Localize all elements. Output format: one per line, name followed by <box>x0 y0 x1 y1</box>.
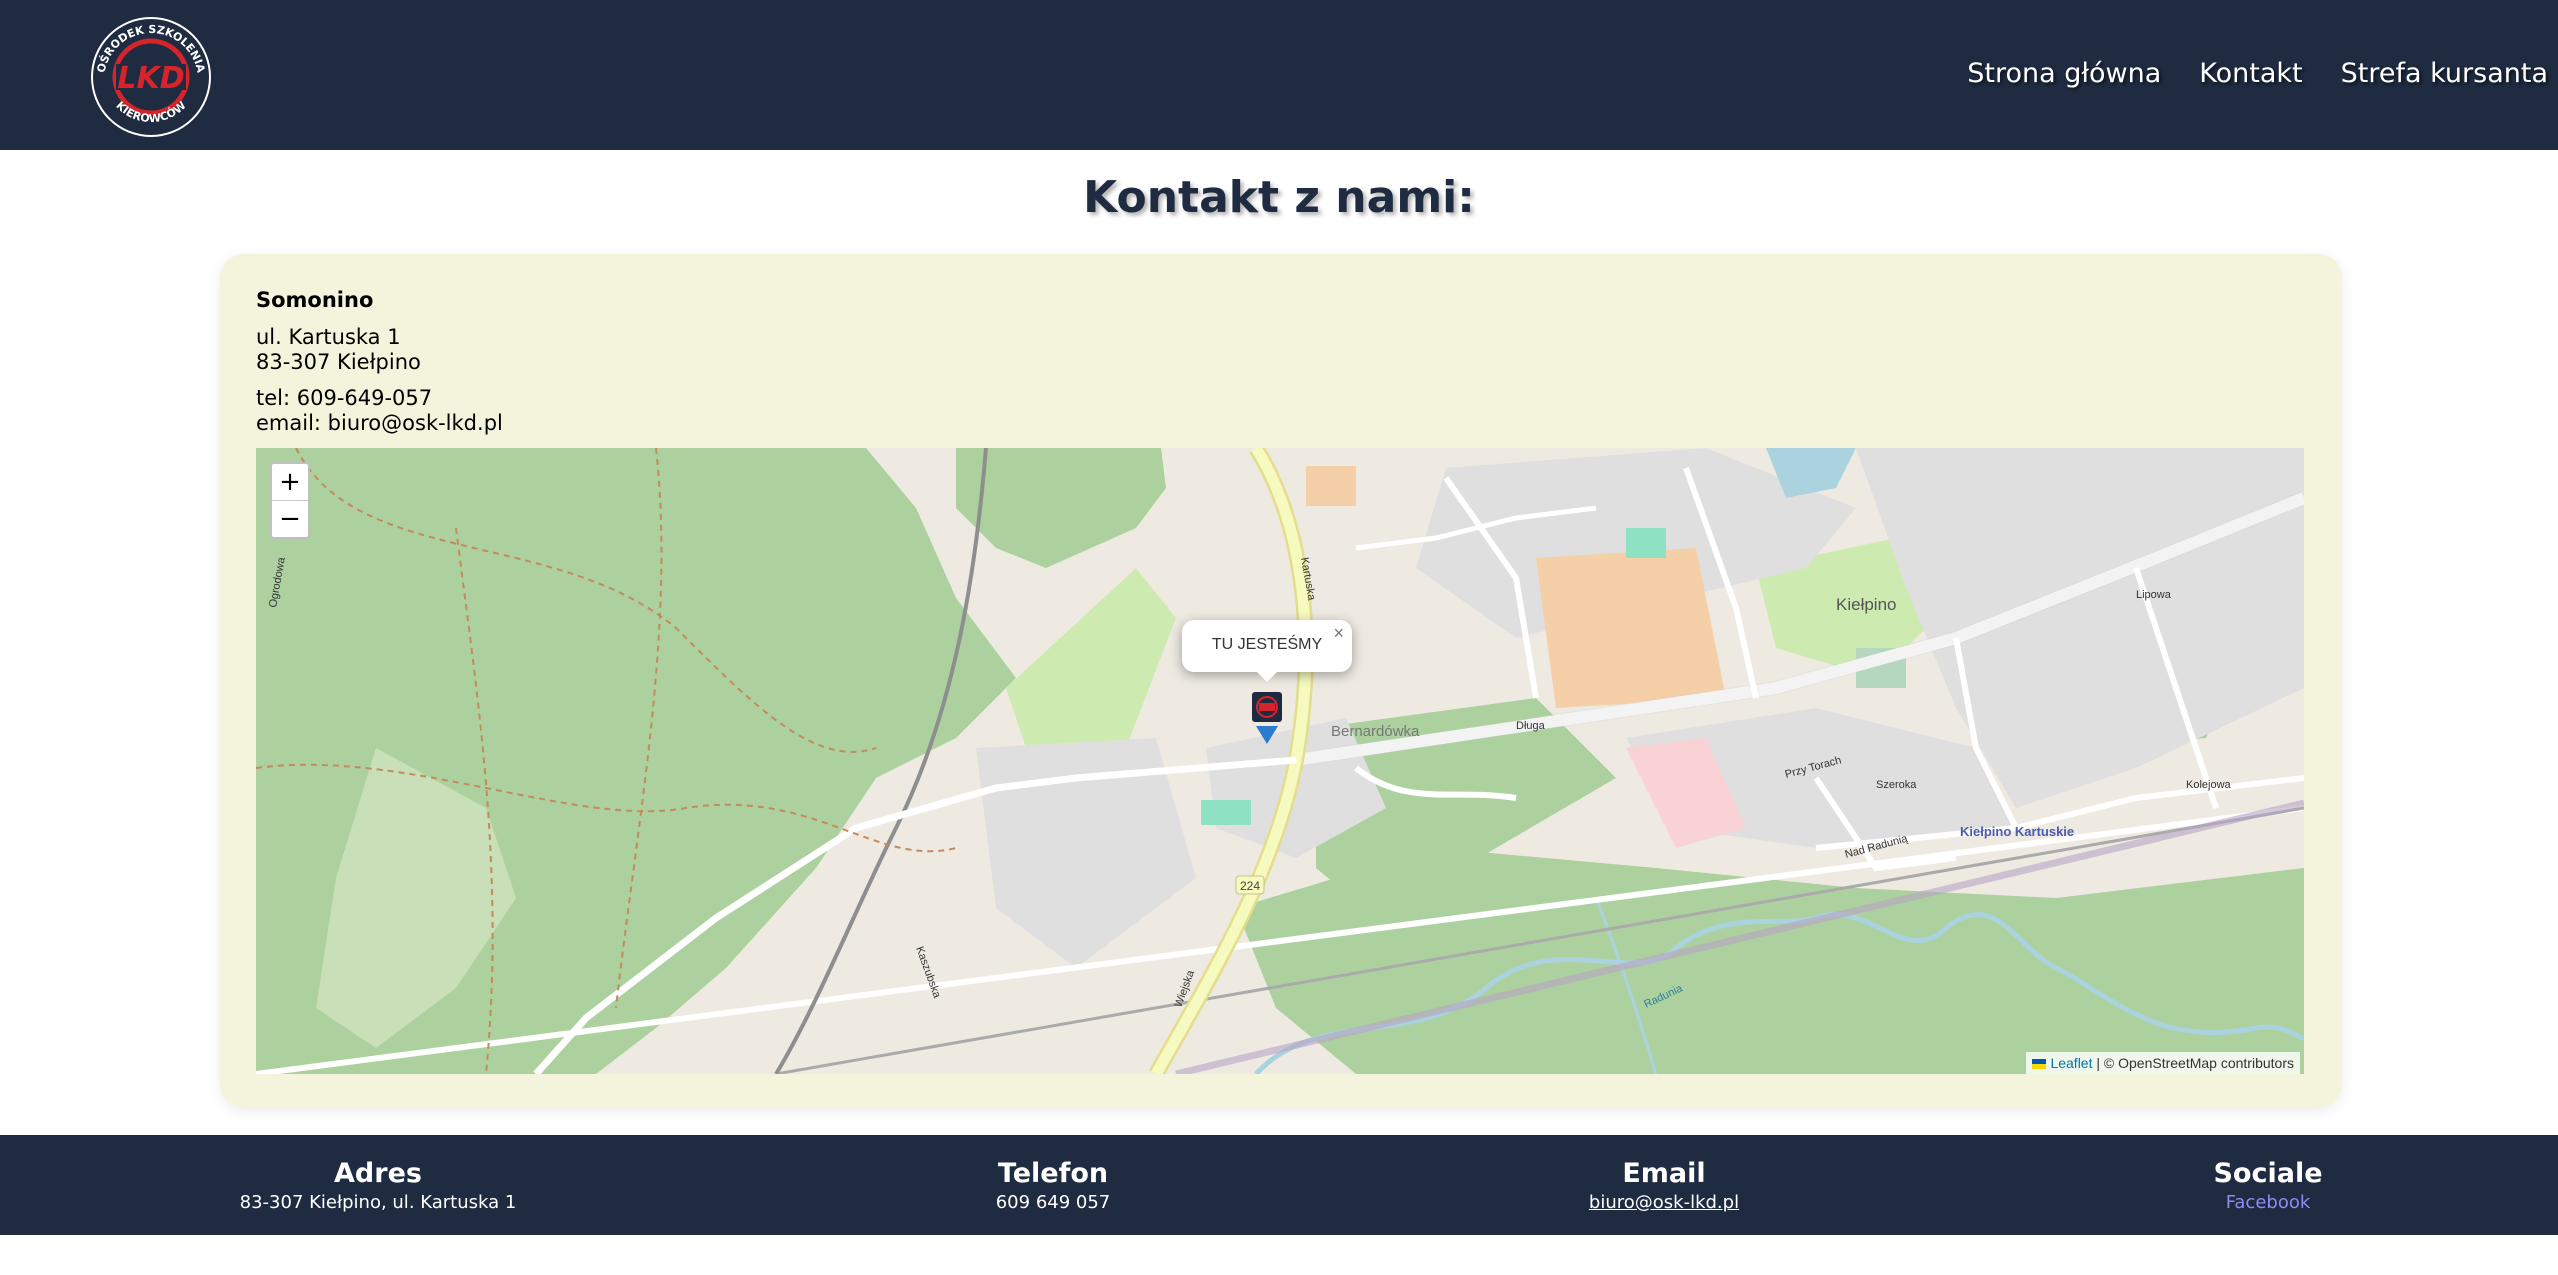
contact-phone: tel: 609-649-057 <box>256 386 433 410</box>
map-attribution: Leaflet | © OpenStreetMap contributors <box>2026 1052 2300 1074</box>
zoom-in-button[interactable]: + <box>272 464 308 500</box>
footer-phone-heading: Telefon <box>997 1158 1109 1189</box>
lkd-logo[interactable]: OŚRODEK SZKOLENIA KIEROWCÓW LKD <box>88 14 214 140</box>
site-footer: Adres 83-307 Kiełpino, ul. Kartuska 1 Te… <box>0 1135 2558 1235</box>
osm-attribution: | © OpenStreetMap contributors <box>2096 1055 2294 1071</box>
contact-email: email: biuro@osk-lkd.pl <box>256 411 503 435</box>
footer-phone: Telefon 609 649 057 <box>933 1159 1173 1215</box>
footer-social: Sociale Facebook <box>2168 1159 2368 1215</box>
popup-tip <box>1257 672 1277 682</box>
map-marker-icon[interactable] <box>1250 688 1284 744</box>
street-label-lipowa: Lipowa <box>2136 589 2172 601</box>
nav-contact-link[interactable]: Kontakt <box>2199 58 2302 89</box>
footer-email-heading: Email <box>1622 1158 1706 1189</box>
zoom-control: + − <box>270 462 310 539</box>
facebook-link[interactable]: Facebook <box>2168 1191 2368 1215</box>
main-nav: Strona główna Kontakt Strefa kursanta <box>1967 58 2548 89</box>
street-label-dluga: Długa <box>1516 720 1546 732</box>
footer-social-heading: Sociale <box>2213 1158 2323 1189</box>
nav-student-zone-link[interactable]: Strefa kursanta <box>2341 58 2548 89</box>
ukraine-flag-icon <box>2032 1059 2047 1069</box>
page-title: Kontakt z nami: <box>1083 172 1475 223</box>
popup-close-icon[interactable]: × <box>1333 623 1344 644</box>
contact-street: ul. Kartuska 1 <box>256 325 401 349</box>
contact-card: Somonino ul. Kartuska 1 83-307 Kiełpino … <box>220 254 2342 1108</box>
map-label-kielpino: Kiełpino <box>1836 595 1897 614</box>
logo-wordmark: LKD <box>117 61 184 96</box>
footer-address-value: 83-307 Kiełpino, ul. Kartuska 1 <box>239 1192 517 1213</box>
site-header: OŚRODEK SZKOLENIA KIEROWCÓW LKD Strona g… <box>0 0 2558 150</box>
map-label-kielpino-kartuskie: Kiełpino Kartuskie <box>1960 824 2074 839</box>
map-label-bernardowka: Bernardówka <box>1331 723 1420 740</box>
footer-email: Email biuro@osk-lkd.pl <box>1544 1159 1784 1215</box>
road-number-badge: 224 <box>1240 879 1260 893</box>
street-label-szeroka: Szeroka <box>1876 779 1917 791</box>
footer-address-heading: Adres <box>334 1158 422 1189</box>
nav-home-link[interactable]: Strona główna <box>1967 58 2161 89</box>
location-map[interactable]: Kiełpino Bernardówka Kiełpino Kartuskie … <box>256 448 2304 1074</box>
contact-info: Somonino ul. Kartuska 1 83-307 Kiełpino … <box>256 288 503 436</box>
zoom-out-button[interactable]: − <box>272 500 308 537</box>
contact-city: Somonino <box>256 288 374 312</box>
leaflet-link[interactable]: Leaflet <box>2050 1055 2092 1071</box>
contact-postal: 83-307 Kiełpino <box>256 350 421 374</box>
footer-address: Adres 83-307 Kiełpino, ul. Kartuska 1 <box>238 1159 518 1215</box>
popup-text: TU JESTEŚMY <box>1211 636 1323 653</box>
street-label-kolejowa: Kolejowa <box>2186 779 2232 791</box>
footer-phone-value: 609 649 057 <box>995 1192 1111 1213</box>
map-tiles[interactable]: Kiełpino Bernardówka Kiełpino Kartuskie … <box>256 448 2304 1074</box>
footer-email-link[interactable]: biuro@osk-lkd.pl <box>1544 1191 1784 1215</box>
map-popup: TU JESTEŚMY × <box>1182 620 1352 682</box>
